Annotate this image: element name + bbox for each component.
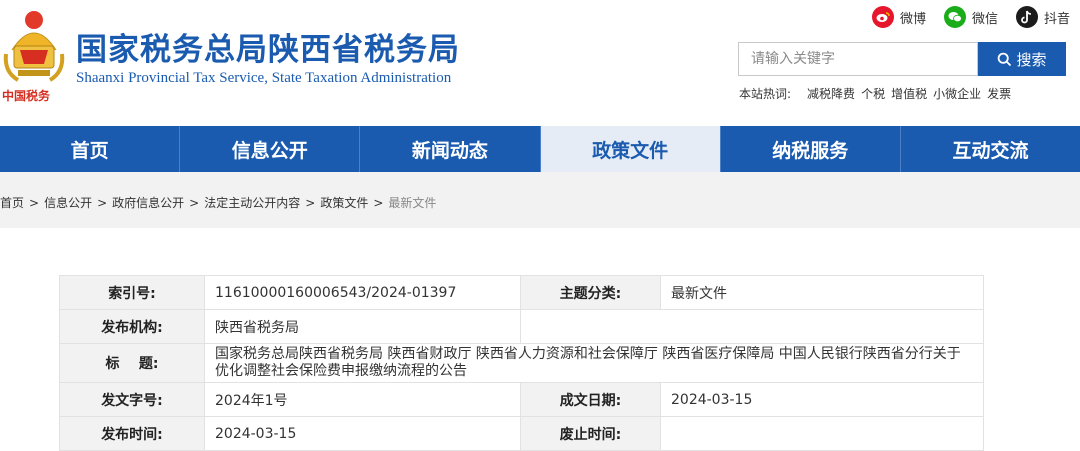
created-date-value: 2024-03-15 (660, 382, 984, 417)
publisher-value: 陕西省税务局 (204, 309, 521, 344)
table-row: 发布机构: 陕西省税务局 (59, 309, 984, 344)
nav-item-policy-documents[interactable]: 政策文件 (540, 126, 721, 172)
abolished-time-value (660, 416, 984, 451)
title-label: 标 题: (59, 343, 205, 383)
abolished-time-label: 废止时间: (520, 416, 661, 451)
title-value: 国家税务总局陕西省税务局 陕西省财政厅 陕西省人力资源和社会保障厅 陕西省医疗保… (204, 343, 984, 383)
wechat-label: 微信 (972, 11, 999, 27)
table-row: 标 题: 国家税务总局陕西省税务局 陕西省财政厅 陕西省人力资源和社会保障厅 陕… (59, 343, 984, 383)
search-button[interactable]: 搜索 (978, 42, 1066, 76)
table-row: 发布时间: 2024-03-15 废止时间: (59, 416, 984, 451)
weibo-label: 微博 (900, 11, 927, 27)
nav-item-interaction[interactable]: 互动交流 (901, 126, 1080, 172)
douyin-link[interactable]: 抖音 (1016, 4, 1070, 30)
breadcrumb-item[interactable]: 政府信息公开 (112, 196, 184, 210)
table-row: 发文字号: 2024年1号 成文日期: 2024-03-15 (59, 382, 984, 417)
doc-no-value: 2024年1号 (204, 382, 521, 417)
created-date-label: 成文日期: (520, 382, 661, 417)
hotword-item[interactable]: 增值税 (891, 85, 927, 102)
breadcrumb-item[interactable]: 首页 (0, 196, 24, 210)
breadcrumb-separator: > (97, 196, 108, 210)
doc-no-label: 发文字号: (59, 382, 205, 417)
document-info-table: 索引号: 11610000160006543/2024-01397 主题分类: … (59, 275, 984, 451)
weibo-icon (872, 6, 894, 28)
tax-emblem-logo[interactable]: 中国税务 (0, 6, 70, 106)
breadcrumb: 首页 > 信息公开 > 政府信息公开 > 法定主动公开内容 > 政策文件 > 最新文件 (0, 194, 436, 211)
breadcrumb-separator: > (373, 196, 384, 210)
douyin-icon (1016, 6, 1038, 28)
table-row: 索引号: 11610000160006543/2024-01397 主题分类: … (59, 275, 984, 310)
wechat-link[interactable]: 微信 (944, 4, 998, 30)
published-time-label: 发布时间: (59, 416, 205, 451)
hotwords: 本站热词: 减税降费 个税 增值税 小微企业 发票 (739, 85, 1011, 102)
nav-item-info-disclosure[interactable]: 信息公开 (180, 126, 361, 172)
topic-value: 最新文件 (660, 275, 984, 310)
breadcrumb-current: 最新文件 (388, 196, 437, 210)
douyin-label: 抖音 (1044, 11, 1071, 27)
breadcrumb-item[interactable]: 法定主动公开内容 (204, 196, 300, 210)
search-button-label: 搜索 (1016, 50, 1047, 69)
site-title[interactable]: 国家税务总局陕西省税务局 (76, 24, 460, 69)
breadcrumb-item[interactable]: 信息公开 (44, 196, 92, 210)
nav-item-news[interactable]: 新闻动态 (360, 126, 541, 172)
search-input[interactable] (739, 43, 977, 75)
site-subtitle: Shaanxi Provincial Tax Service, State Ta… (76, 70, 452, 86)
wechat-icon (944, 6, 966, 28)
main-nav: 首页 信息公开 新闻动态 政策文件 纳税服务 互动交流 (0, 126, 1080, 172)
weibo-link[interactable]: 微博 (872, 4, 926, 30)
published-time-value: 2024-03-15 (204, 416, 521, 451)
index-no-label: 索引号: (59, 275, 205, 310)
breadcrumb-separator: > (305, 196, 316, 210)
search-box (738, 42, 978, 76)
index-no-value: 11610000160006543/2024-01397 (204, 275, 521, 310)
hotwords-label: 本站热词: (739, 87, 792, 101)
topic-label: 主题分类: (520, 275, 661, 310)
site-header: 中国税务 国家税务总局陕西省税务局 Shaanxi Provincial Tax… (0, 0, 1080, 126)
svg-text:中国税务: 中国税务 (2, 88, 51, 103)
hotword-item[interactable]: 小微企业 (933, 85, 981, 102)
breadcrumb-item[interactable]: 政策文件 (320, 196, 368, 210)
nav-item-tax-services[interactable]: 纳税服务 (721, 126, 901, 172)
breadcrumb-separator: > (29, 196, 40, 210)
hotword-item[interactable]: 发票 (987, 85, 1011, 102)
empty-cell (520, 309, 984, 344)
breadcrumb-separator: > (189, 196, 200, 210)
publisher-label: 发布机构: (59, 309, 205, 344)
hotword-item[interactable]: 减税降费 (807, 85, 855, 102)
nav-item-home[interactable]: 首页 (0, 126, 181, 172)
hotword-item[interactable]: 个税 (861, 85, 885, 102)
search-icon (998, 52, 1012, 66)
